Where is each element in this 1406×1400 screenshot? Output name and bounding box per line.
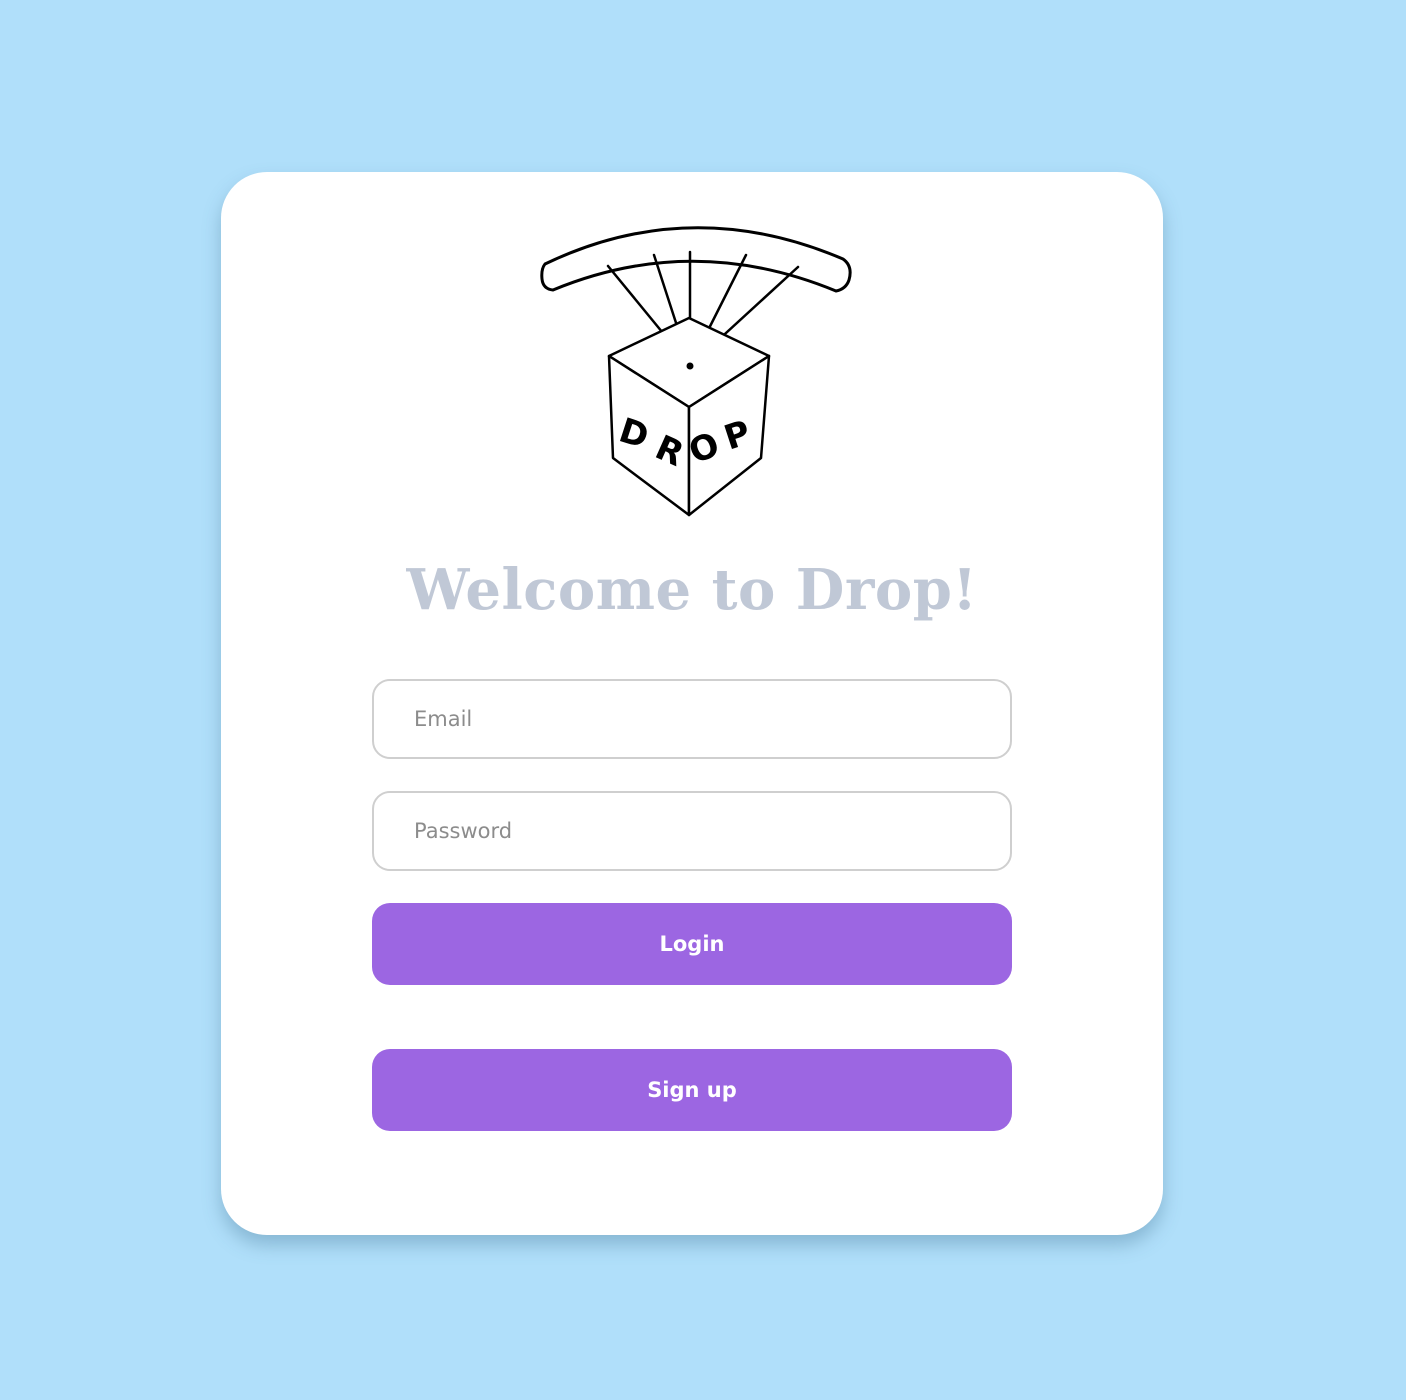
email-field[interactable]: [372, 679, 1012, 759]
login-card: D R O P Welcome to Drop! Login Sign up: [221, 172, 1163, 1235]
password-field[interactable]: [372, 791, 1012, 871]
signup-button[interactable]: Sign up: [372, 1049, 1012, 1131]
login-button[interactable]: Login: [372, 903, 1012, 985]
drop-logo-icon: D R O P: [540, 226, 852, 517]
page-title: Welcome to Drop!: [406, 557, 978, 623]
